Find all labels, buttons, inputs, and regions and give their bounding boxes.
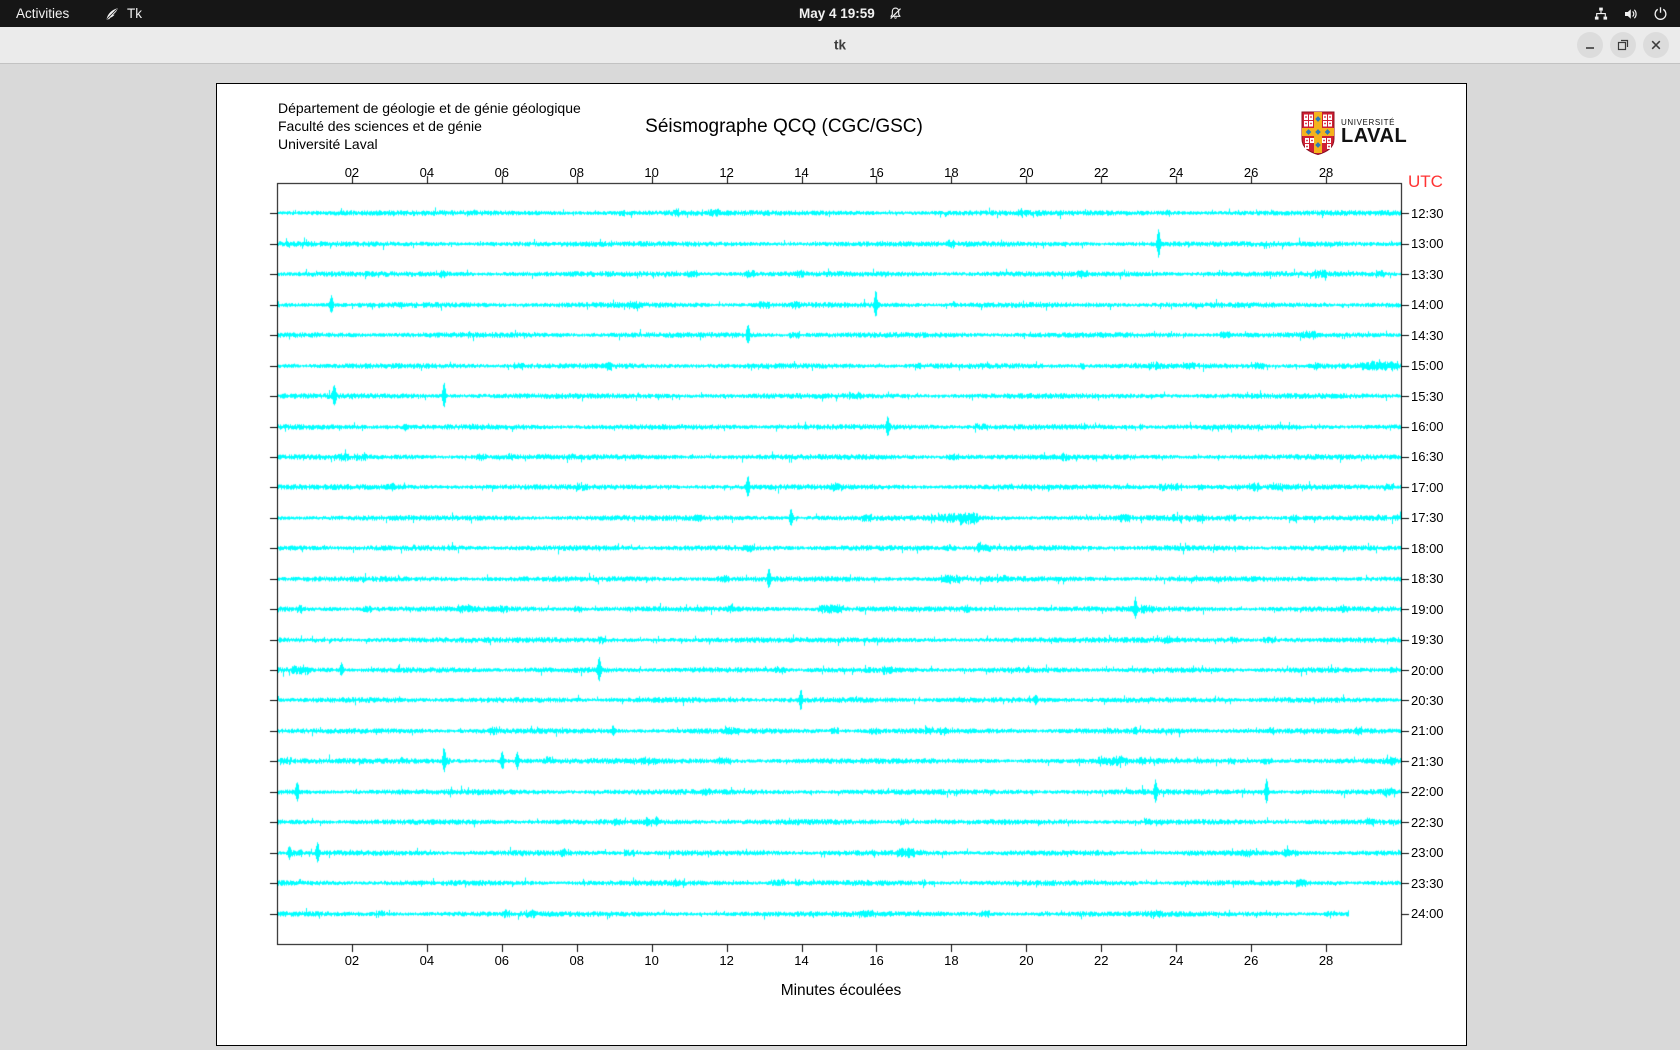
laval-shield-icon bbox=[1301, 111, 1335, 155]
utc-time-label: 18:00 bbox=[1411, 540, 1444, 556]
x-tick-label-bottom: 16 bbox=[869, 953, 884, 968]
x-tick-label-top: 04 bbox=[419, 165, 435, 180]
x-tick-label-top: 14 bbox=[794, 165, 809, 180]
utc-time-label: 14:00 bbox=[1411, 297, 1444, 313]
clock-label: May 4 19:59 bbox=[799, 6, 875, 21]
x-tick-label-bottom: 08 bbox=[569, 953, 584, 968]
utc-time-label: 13:30 bbox=[1411, 266, 1444, 282]
utc-time-label: 18:30 bbox=[1411, 571, 1444, 587]
x-tick-label-top: 24 bbox=[1168, 165, 1184, 180]
utc-time-label: 20:00 bbox=[1411, 662, 1444, 678]
utc-label: UTC bbox=[1408, 172, 1443, 191]
x-tick-label-bottom: 12 bbox=[719, 953, 734, 968]
utc-time-label: 22:30 bbox=[1411, 814, 1444, 830]
utc-time-label: 14:30 bbox=[1411, 327, 1444, 343]
app-indicator-label: Tk bbox=[127, 6, 142, 21]
x-tick-label-bottom: 22 bbox=[1094, 953, 1109, 968]
tk-window-background: 02 02 04 04 06 06 08 08 10 10 12 12 14 14 16 16 18 18 20 20… bbox=[0, 64, 1680, 1050]
utc-time-label: 12:30 bbox=[1411, 205, 1444, 221]
top-bar: Activities Tk May 4 19:59 bbox=[0, 0, 1680, 27]
x-tick-label-bottom: 28 bbox=[1318, 953, 1334, 968]
utc-time-label: 17:30 bbox=[1411, 510, 1444, 526]
restore-icon bbox=[1617, 39, 1629, 51]
power-icon bbox=[1654, 7, 1667, 20]
network-wired-icon bbox=[1594, 7, 1608, 20]
app-indicator-tk[interactable]: Tk bbox=[98, 0, 148, 27]
minimize-icon bbox=[1586, 47, 1594, 49]
laval-logo-text: UNIVERSITÉ LAVAL bbox=[1341, 111, 1408, 147]
utc-time-label: 13:00 bbox=[1411, 236, 1444, 252]
x-tick-label-bottom: 04 bbox=[419, 953, 435, 968]
helicorder-plot bbox=[217, 84, 1466, 1045]
header-line-3: Université Laval bbox=[278, 136, 378, 152]
x-tick-label-bottom: 18 bbox=[944, 953, 959, 968]
utc-time-label: 22:00 bbox=[1411, 784, 1444, 800]
x-tick-label-top: 28 bbox=[1318, 165, 1334, 180]
x-tick-label-top: 08 bbox=[569, 165, 584, 180]
x-tick-label-bottom: 14 bbox=[794, 953, 809, 968]
window-title: tk bbox=[833, 37, 847, 53]
x-tick-label-top: 20 bbox=[1019, 165, 1034, 180]
system-menu-button[interactable] bbox=[1593, 0, 1668, 27]
close-icon bbox=[1651, 40, 1661, 50]
x-tick-label-top: 18 bbox=[944, 165, 959, 180]
header-line-2: Faculté des sciences et de génie bbox=[278, 118, 482, 134]
utc-time-label: 17:00 bbox=[1411, 479, 1444, 495]
x-tick-label-top: 22 bbox=[1094, 165, 1109, 180]
utc-time-label: 23:30 bbox=[1411, 875, 1444, 891]
volume-icon bbox=[1625, 8, 1637, 19]
window-controls bbox=[1577, 32, 1669, 58]
utc-time-label: 15:30 bbox=[1411, 388, 1444, 404]
x-tick-label-bottom: 20 bbox=[1019, 953, 1034, 968]
institution-header: Département de géologie et de génie géol… bbox=[278, 99, 581, 153]
utc-time-label: 20:30 bbox=[1411, 692, 1444, 708]
x-tick-label-top: 26 bbox=[1243, 165, 1259, 180]
x-tick-label-top: 12 bbox=[719, 165, 734, 180]
utc-time-label: 21:30 bbox=[1411, 753, 1444, 769]
plot-title: Séismographe QCQ (CGC/GSC) bbox=[645, 116, 923, 137]
utc-time-label: 21:00 bbox=[1411, 723, 1444, 739]
utc-time-label: 19:30 bbox=[1411, 632, 1444, 648]
x-tick-label-top: 16 bbox=[869, 165, 884, 180]
activities-button[interactable]: Activities bbox=[10, 0, 75, 27]
x-tick-label-bottom: 06 bbox=[494, 953, 510, 968]
x-tick-label-top: 02 bbox=[344, 165, 360, 180]
restore-button[interactable] bbox=[1610, 32, 1636, 58]
utc-time-label: 23:00 bbox=[1411, 845, 1444, 861]
tk-feather-icon bbox=[106, 7, 118, 19]
minimize-button[interactable] bbox=[1577, 32, 1603, 58]
x-tick-label-top: 06 bbox=[494, 165, 510, 180]
x-tick-label-bottom: 24 bbox=[1168, 953, 1184, 968]
logo-line-laval: LAVAL bbox=[1341, 125, 1408, 147]
x-tick-label-bottom: 26 bbox=[1243, 953, 1259, 968]
seismograph-canvas: 02 02 04 04 06 06 08 08 10 10 12 12 14 14 16 16 18 18 20 20… bbox=[216, 83, 1467, 1046]
utc-time-label: 15:00 bbox=[1411, 358, 1444, 374]
utc-time-label: 24:00 bbox=[1411, 906, 1444, 922]
window-titlebar[interactable]: tk bbox=[0, 27, 1680, 64]
clock-menu-button[interactable]: May 4 19:59 bbox=[799, 0, 903, 27]
notifications-muted-icon bbox=[890, 7, 901, 19]
utc-time-label: 16:30 bbox=[1411, 449, 1444, 465]
x-axis-label: Minutes écoulées bbox=[780, 982, 902, 999]
university-laval-logo: UNIVERSITÉ LAVAL bbox=[1301, 111, 1407, 155]
x-tick-label-top: 10 bbox=[644, 165, 659, 180]
utc-time-label: 19:00 bbox=[1411, 601, 1444, 617]
header-line-1: Département de géologie et de génie géol… bbox=[278, 100, 581, 116]
x-tick-label-bottom: 10 bbox=[644, 953, 659, 968]
close-button[interactable] bbox=[1643, 32, 1669, 58]
x-tick-label-bottom: 02 bbox=[344, 953, 360, 968]
utc-time-label: 16:00 bbox=[1411, 419, 1444, 435]
